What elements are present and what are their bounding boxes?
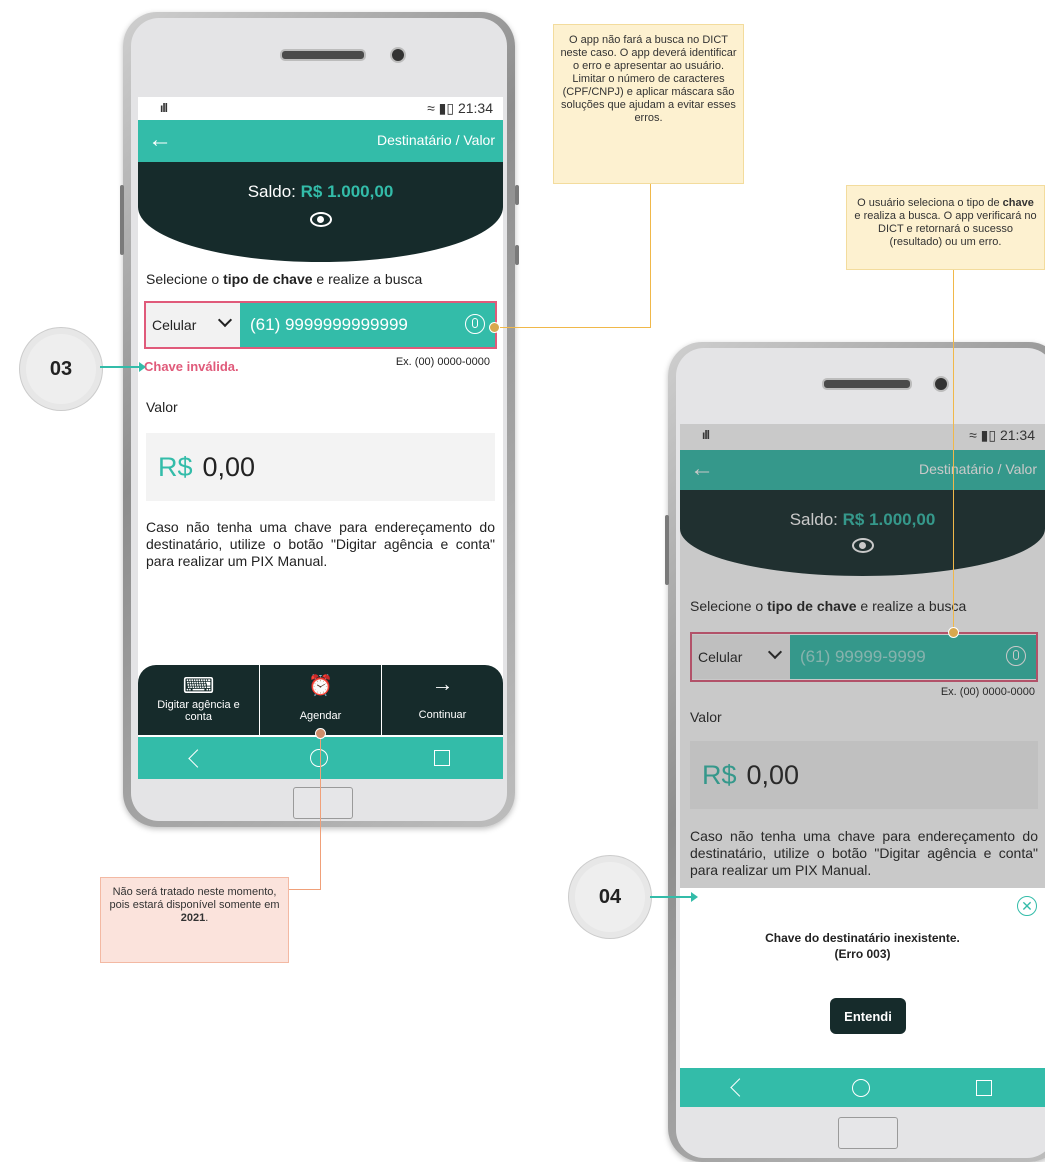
badge-04-arrow: [650, 892, 698, 902]
note-right-pre: O usuário seleciona o tipo de: [857, 197, 1003, 209]
phone-2-camera: [933, 376, 949, 392]
modal-line-2: (Erro 003): [834, 947, 891, 961]
continue-label: Continuar: [418, 709, 467, 721]
phone-1-power-button: [515, 245, 519, 265]
phone-1-speaker: [280, 49, 366, 61]
balance-label: Saldo:: [247, 182, 301, 201]
nav-back-icon-2[interactable]: [730, 1078, 749, 1097]
currency-symbol: R$: [158, 451, 193, 482]
balance-text: Saldo: R$ 1.000,00: [138, 182, 503, 202]
alarm-clock-icon: ⏰: [308, 675, 333, 697]
status-right: ≈ ▮▯ 21:34: [427, 100, 493, 117]
system-nav-bar-2: [680, 1068, 1045, 1107]
connector-bottom-h: [289, 889, 321, 890]
manual-entry-button[interactable]: ⌨ Digitar agência e conta: [138, 665, 260, 735]
prompt-pre: Selecione o: [146, 271, 224, 287]
connector-top-h: [495, 327, 651, 328]
phone-1-camera: [390, 47, 406, 63]
app-bar: ← Destinatário / Valor: [138, 120, 503, 162]
note-top: O app não fará a busca no DICT neste cas…: [553, 24, 744, 184]
schedule-button[interactable]: ⏰ Agendar: [260, 665, 382, 735]
manual-entry-label: Digitar agência e conta: [157, 699, 240, 723]
manual-pix-info: Caso não tenha uma chave para endereçame…: [146, 519, 495, 569]
wifi-battery-icon: ≈ ▮▯: [427, 100, 455, 116]
nav-recent-icon[interactable]: [434, 750, 450, 766]
nav-home-icon-2[interactable]: [852, 1078, 870, 1097]
amount-value: 0,00: [202, 451, 256, 482]
amount-label: Valor: [146, 399, 178, 415]
schedule-label: Agendar: [299, 710, 342, 722]
connector-dot-3: [315, 728, 326, 739]
note-right-bold: chave: [1002, 197, 1034, 209]
modal-overlay: [680, 424, 1045, 888]
balance-value: R$ 1.000,00: [300, 182, 394, 201]
close-icon[interactable]: ✕: [1017, 896, 1037, 916]
balance-panel: Saldo: R$ 1.000,00: [138, 162, 503, 262]
key-example: Ex. (00) 0000-0000: [395, 356, 490, 368]
phone-2-screen: ıll ≈ ▮▯ 21:34 ← Destinatário / Valor Sa…: [680, 424, 1045, 1107]
signal-icon: ıll: [160, 101, 168, 115]
arrow-right-icon: →: [431, 671, 454, 696]
modal-message: Chave do destinatário inexistente. (Erro…: [680, 930, 1045, 962]
clock: 21:34: [457, 100, 493, 116]
modal-line-1: Chave do destinatário inexistente.: [765, 931, 960, 945]
phone-1-home-button[interactable]: [293, 787, 353, 819]
nav-back-icon[interactable]: [188, 748, 207, 768]
prompt-bold: tipo de chave: [223, 271, 313, 287]
phone-2-speaker: [822, 378, 912, 390]
prompt-post: e realize a busca: [312, 271, 423, 287]
note-bottom-post: .: [205, 912, 209, 924]
connector-dot-1: [489, 322, 500, 333]
eye-icon[interactable]: [309, 212, 332, 227]
page-title: Destinatário / Valor: [376, 132, 495, 148]
step-badge-04: 04: [575, 862, 645, 932]
keyboard-icon: ⌨: [182, 673, 215, 698]
amount-field[interactable]: R$ 0,00: [146, 433, 495, 501]
connector-dot-2: [948, 627, 959, 638]
phone-1-side-button: [120, 185, 124, 255]
note-bottom-bold: 2021: [180, 912, 206, 924]
phone-2-home-button[interactable]: [838, 1117, 898, 1149]
back-arrow-icon[interactable]: ←: [148, 126, 172, 154]
note-right-post: e realiza a busca. O app verificará no D…: [854, 210, 1037, 248]
nav-recent-icon-2[interactable]: [976, 1079, 992, 1096]
error-modal: ✕ Chave do destinatário inexistente. (Er…: [680, 888, 1045, 1068]
connector-top-v: [650, 184, 651, 328]
connector-right-v: [953, 270, 954, 632]
understood-button[interactable]: Entendi: [830, 998, 906, 1034]
connector-bottom-v: [320, 733, 321, 890]
nav-home-icon[interactable]: [310, 749, 328, 767]
badge-03-arrow: [100, 362, 146, 372]
status-bar: ıll ≈ ▮▯ 21:34: [138, 97, 503, 119]
phone-1-volume-button: [515, 185, 519, 205]
phone-1-screen: ıll ≈ ▮▯ 21:34 ← Destinatário / Valor Sa…: [138, 97, 503, 779]
phone-2-side-button: [665, 515, 669, 585]
error-message: Chave inválida.: [144, 359, 239, 374]
note-bottom-pre: Não será tratado neste momento, pois est…: [109, 886, 280, 911]
error-highlight: [144, 301, 497, 349]
note-right: O usuário seleciona o tipo de chave e re…: [846, 185, 1045, 270]
action-bar: ⌨ Digitar agência e conta ⏰ Agendar → Conti…: [138, 665, 503, 735]
note-bottom: Não será tratado neste momento, pois est…: [100, 877, 289, 963]
select-key-prompt: Selecione o tipo de chave e realize a bu…: [146, 271, 422, 287]
step-badge-03: 03: [26, 334, 96, 404]
continue-button[interactable]: → Continuar: [382, 665, 503, 735]
